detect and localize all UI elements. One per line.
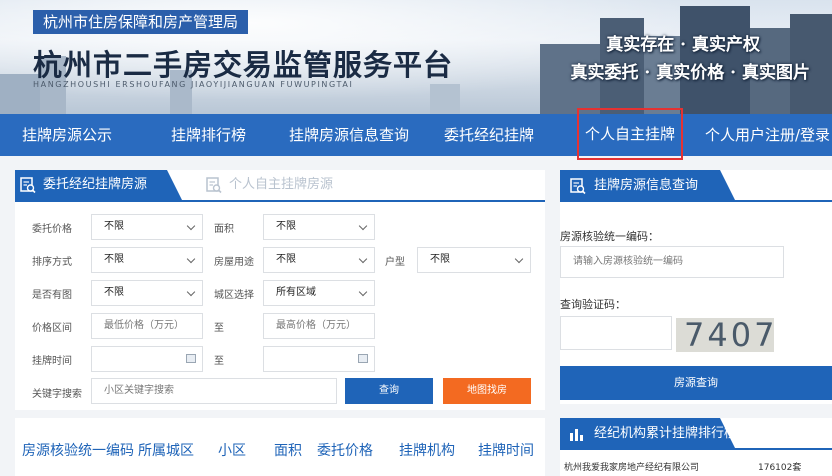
price-select[interactable]: 不限	[91, 214, 203, 240]
document-search-icon	[20, 176, 36, 193]
calendar-icon[interactable]	[186, 354, 196, 363]
header-banner: 杭州市住房保障和房产管理局 杭州市二手房交易监管服务平台 HANGZHOUSHI…	[0, 0, 832, 114]
th-code: 房源核验统一编码	[22, 443, 134, 459]
sort-select[interactable]: 不限	[91, 247, 203, 273]
site-title: 杭州市二手房交易监管服务平台	[33, 48, 454, 82]
start-date-input[interactable]	[91, 346, 203, 372]
query-panel: 挂牌房源信息查询 房源核验统一编码： 请输入房源核验统一编码 查询验证码： 74…	[560, 170, 832, 404]
label-code: 房源核验统一编码：	[560, 230, 659, 243]
chevron-down-icon	[358, 254, 368, 264]
ranking-row-name[interactable]: 杭州我爱我家房地产经纪有限公司	[564, 460, 699, 473]
nav-listing-public[interactable]: 挂牌房源公示	[22, 114, 112, 156]
label-list-time: 挂牌时间	[32, 356, 72, 367]
listing-table-header: 房源核验统一编码 所属城区 小区 面积 委托价格 挂牌机构 挂牌时间	[15, 418, 545, 476]
th-area: 面积	[274, 443, 302, 459]
query-button[interactable]: 查询	[345, 378, 433, 404]
has-image-select[interactable]: 不限	[91, 280, 203, 306]
nav-agent-listing[interactable]: 委托经纪挂牌	[444, 114, 534, 156]
chevron-down-icon	[358, 287, 368, 297]
tab-agent-listings-label: 委托经纪挂牌房源	[43, 177, 148, 192]
site-subtitle: HANGZHOUSHI ERSHOUFANG JIAOYIJIANGUAN FU…	[33, 80, 354, 89]
chevron-down-icon	[186, 221, 196, 231]
th-district: 所属城区	[138, 443, 194, 459]
captcha-text: 7407	[684, 318, 774, 352]
label-has-image: 是否有图	[32, 290, 72, 301]
layout-select-value: 不限	[430, 254, 450, 265]
listing-query-button[interactable]: 房源查询	[560, 366, 832, 400]
query-panel-title: 挂牌房源信息查询	[594, 178, 699, 193]
slogan-line-1: 真实存在 · 真实产权	[606, 35, 760, 55]
th-community: 小区	[218, 443, 246, 459]
tab-personal-listings[interactable]: 个人自主挂牌房源	[201, 170, 333, 200]
label-district: 城区选择	[214, 290, 254, 301]
tab-personal-listings-label: 个人自主挂牌房源	[229, 177, 334, 192]
ranking-panel: 经纪机构累计挂牌排行榜 杭州我爱我家房地产经纪有限公司 176102套	[560, 418, 832, 476]
price-select-value: 不限	[104, 221, 124, 232]
label-layout: 户型	[385, 257, 405, 268]
area-select[interactable]: 不限	[263, 214, 375, 240]
map-search-button[interactable]: 地图找房	[443, 378, 531, 404]
listing-tabs: 委托经纪挂牌房源 个人自主挂牌房源	[15, 170, 545, 202]
district-select-value: 所有区域	[276, 287, 316, 298]
usage-select-value: 不限	[276, 254, 296, 265]
district-select[interactable]: 所有区域	[263, 280, 375, 306]
chevron-down-icon	[514, 254, 524, 264]
chevron-down-icon	[186, 254, 196, 264]
layout-select[interactable]: 不限	[417, 247, 531, 273]
label-captcha: 查询验证码：	[560, 298, 626, 311]
nav-listing-query[interactable]: 挂牌房源信息查询	[289, 114, 409, 156]
chevron-down-icon	[186, 287, 196, 297]
label-price-range: 价格区间	[32, 323, 72, 334]
sort-select-value: 不限	[104, 254, 124, 265]
keyword-input[interactable]: 小区关键字搜索	[91, 378, 337, 404]
min-price-input[interactable]: 最低价格（万元）	[91, 313, 203, 339]
label-price: 委托价格	[32, 224, 72, 235]
ranking-panel-title: 经纪机构累计挂牌排行榜	[594, 426, 738, 441]
nav-ranking[interactable]: 挂牌排行榜	[171, 114, 246, 156]
max-price-input[interactable]: 最高价格（万元）	[263, 313, 375, 339]
office-name: 杭州市住房保障和房产管理局	[33, 10, 249, 34]
nav-register-login[interactable]: 个人用户注册/登录	[705, 114, 830, 156]
th-agency: 挂牌机构	[399, 443, 455, 459]
label-to-date: 至	[214, 356, 224, 367]
document-search-icon	[206, 176, 222, 193]
listing-search-panel: 委托经纪挂牌房源 个人自主挂牌房源 委托价格 不限 面积 不限 排序方式 不限 …	[15, 170, 545, 410]
captcha-image[interactable]: 7407	[676, 318, 774, 352]
label-sort: 排序方式	[32, 257, 72, 268]
label-area: 面积	[214, 224, 234, 235]
th-price: 委托价格	[317, 443, 373, 459]
captcha-input[interactable]	[560, 316, 672, 350]
code-input[interactable]: 请输入房源核验统一编码	[560, 246, 784, 278]
main-nav: 挂牌房源公示 挂牌排行榜 挂牌房源信息查询 委托经纪挂牌 个人自主挂牌 个人用户…	[0, 108, 832, 160]
label-keyword: 关键字搜索	[32, 389, 82, 400]
document-search-icon	[570, 178, 586, 195]
calendar-icon[interactable]	[358, 354, 368, 363]
has-image-select-value: 不限	[104, 287, 124, 298]
bar-chart-icon	[570, 429, 583, 441]
slogan-line-2: 真实委托 · 真实价格 · 真实图片	[570, 63, 810, 83]
area-select-value: 不限	[276, 221, 296, 232]
nav-personal-listing[interactable]: 个人自主挂牌	[577, 108, 684, 160]
th-list-time: 挂牌时间	[478, 443, 534, 459]
usage-select[interactable]: 不限	[263, 247, 375, 273]
ranking-row-count: 176102套	[758, 463, 802, 473]
tab-agent-listings[interactable]: 委托经纪挂牌房源	[15, 170, 182, 200]
chevron-down-icon	[358, 221, 368, 231]
end-date-input[interactable]	[263, 346, 375, 372]
label-usage: 房屋用途	[214, 257, 254, 268]
skyline-building	[430, 84, 460, 114]
label-to: 至	[214, 323, 224, 334]
